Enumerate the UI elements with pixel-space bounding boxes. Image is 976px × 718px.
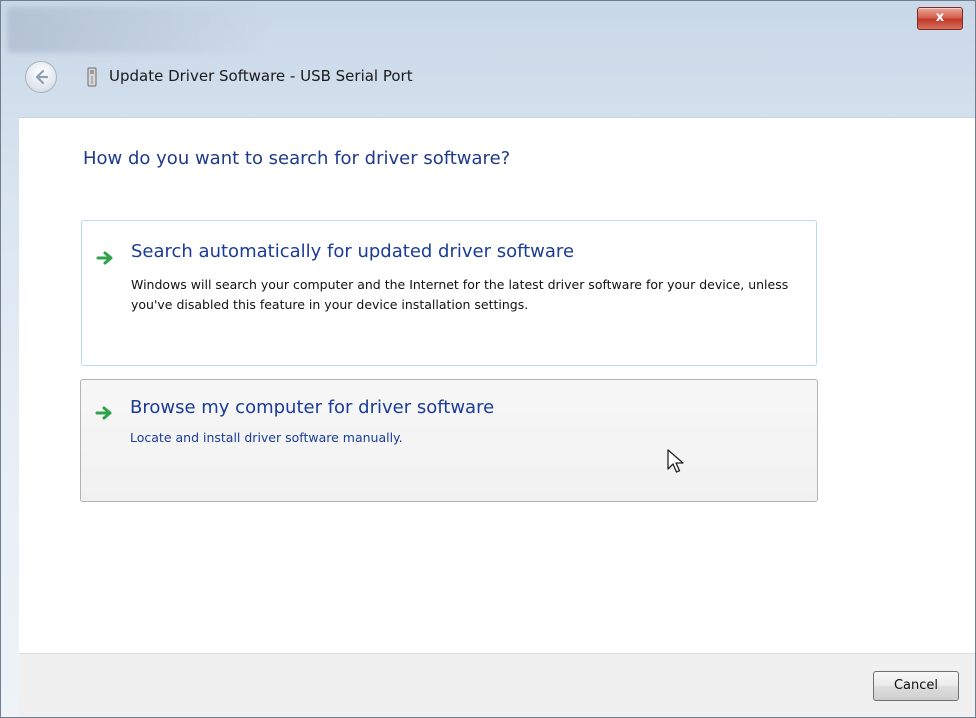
option-description: Locate and install driver software manua… (130, 430, 403, 445)
titlebar-background (7, 7, 267, 53)
option-description: Windows will search your computer and th… (131, 277, 789, 312)
dialog-title: Update Driver Software - USB Serial Port (109, 67, 413, 85)
search-automatically-option[interactable]: Search automatically for updated driver … (81, 220, 817, 366)
back-button[interactable] (25, 61, 57, 93)
mouse-pointer-icon (667, 449, 684, 473)
green-arrow-icon (95, 406, 112, 420)
option-title: Search automatically for updated driver … (131, 241, 575, 262)
close-button[interactable]: x (917, 7, 963, 30)
dialog-footer: Cancel (19, 653, 975, 717)
update-driver-dialog: x Update Driver Software - USB Serial Po… (0, 0, 976, 718)
close-icon: x (935, 10, 945, 25)
dialog-content: How do you want to search for driver sof… (19, 117, 975, 654)
dialog-header: Update Driver Software - USB Serial Port (1, 59, 975, 101)
browse-computer-option[interactable]: Browse my computer for driver software L… (80, 379, 818, 502)
cancel-button[interactable]: Cancel (873, 671, 959, 701)
back-arrow-icon (35, 69, 49, 85)
usb-device-icon (87, 67, 97, 87)
page-heading: How do you want to search for driver sof… (83, 148, 511, 169)
green-arrow-icon (96, 251, 113, 265)
option-title: Browse my computer for driver software (130, 397, 495, 418)
